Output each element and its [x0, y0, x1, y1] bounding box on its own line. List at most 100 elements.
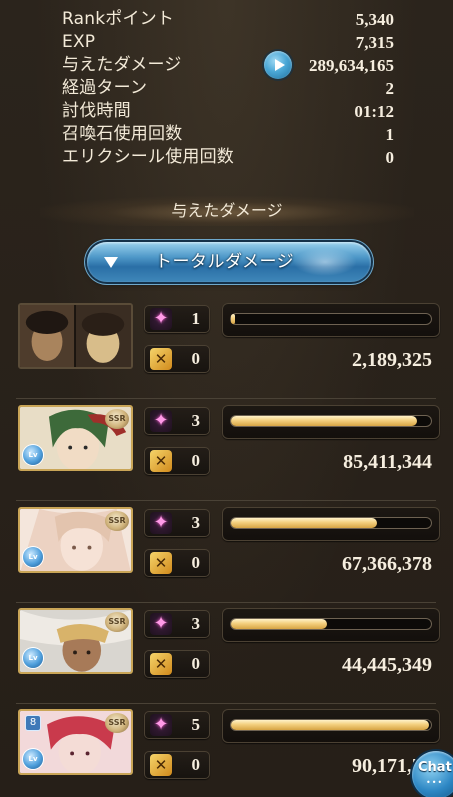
rarity-badge: SSR — [105, 713, 129, 733]
damage-value: 44,445,349 — [342, 654, 432, 676]
sparkle-icon: ✦ — [150, 714, 172, 736]
rarity-badge: SSR — [105, 612, 129, 632]
damage-bar-track — [230, 719, 432, 731]
rarity-badge: SSR — [105, 511, 129, 531]
row-divider — [16, 602, 436, 603]
stat-label: 召喚石使用回数 — [62, 124, 183, 144]
stat-exp: EXP 7,315 — [62, 31, 394, 54]
chain-count: 0 — [191, 349, 201, 368]
stat-label: EXP — [62, 32, 96, 52]
chain-count-box: ✕ 0 — [144, 650, 210, 678]
stat-summon-uses: 召喚石使用回数 1 — [62, 123, 394, 146]
stat-label: Rankポイント — [62, 9, 175, 29]
chain-count-box: ✕ 0 — [144, 345, 210, 373]
row-divider — [16, 703, 436, 704]
character-row: ✦ 1 ✕ 0 2,189,325 — [14, 303, 440, 399]
character-row: SSR Lv ✦ 3 ✕ 0 67,366,378 — [14, 507, 440, 603]
damage-bar-track — [230, 618, 432, 630]
chain-burst-icon: ✕ — [150, 754, 172, 776]
character-portrait[interactable]: SSR Lv — [18, 507, 133, 573]
stat-value: 1 — [385, 125, 395, 144]
damage-bar-fill — [231, 720, 429, 730]
stat-elixir-uses: エリクシール使用回数 0 — [62, 146, 394, 169]
damage-value: 2,189,325 — [352, 349, 432, 371]
stat-label: 経過ターン — [62, 78, 148, 98]
row-divider — [16, 500, 436, 501]
play-icon[interactable] — [264, 51, 292, 79]
chat-dots-icon: ••• — [426, 778, 444, 787]
damage-value: 85,411,344 — [343, 451, 432, 473]
ougi-count-box: ✦ 3 — [144, 407, 210, 435]
stat-label: 与えたダメージ — [62, 55, 182, 75]
chat-label: Chat — [418, 760, 452, 775]
damage-bar — [222, 507, 440, 541]
character-portrait[interactable]: SSR Lv — [18, 405, 133, 471]
stat-clear-time: 討伐時間 01:12 — [62, 100, 394, 123]
ougi-count-box: ✦ 3 — [144, 610, 210, 638]
chain-count: 0 — [191, 755, 201, 774]
ougi-count: 1 — [191, 309, 201, 328]
damage-bar — [222, 709, 440, 743]
stat-value: 01:12 — [354, 102, 394, 121]
ring-icon: 8 — [25, 715, 41, 731]
level-icon: Lv — [23, 648, 43, 668]
character-row: SSR Lv ✦ 3 ✕ 0 85,411,344 — [14, 405, 440, 501]
chat-button[interactable]: Chat ••• — [412, 751, 453, 797]
rarity-badge: SSR — [105, 409, 129, 429]
damage-bar-fill — [231, 518, 377, 528]
sparkle-icon: ✦ — [150, 512, 172, 534]
stat-value: 2 — [385, 79, 395, 98]
ougi-count-box: ✦ 3 — [144, 509, 210, 537]
stat-value: 5,340 — [355, 10, 394, 29]
battle-result-screen: Rankポイント 5,340 EXP 7,315 与えたダメージ 289,634… — [0, 0, 453, 797]
damage-bar — [222, 405, 440, 439]
stat-rank-points: Rankポイント 5,340 — [62, 8, 394, 31]
chain-burst-icon: ✕ — [150, 653, 172, 675]
damage-bar-track — [230, 313, 432, 325]
chain-count: 0 — [191, 654, 201, 673]
caret-down-icon — [104, 257, 118, 268]
portrait-art — [20, 305, 131, 367]
character-row: SSR Lv ✦ 3 ✕ 0 44,445,349 — [14, 608, 440, 704]
ougi-count-box: ✦ 5 — [144, 711, 210, 739]
damage-bar-fill — [231, 619, 327, 629]
ougi-count: 3 — [191, 411, 201, 430]
damage-value: 67,366,378 — [342, 553, 432, 575]
stat-turns-elapsed: 経過ターン 2 — [62, 77, 394, 100]
level-icon: Lv — [23, 445, 43, 465]
damage-bar-track — [230, 415, 432, 427]
character-portrait[interactable] — [18, 303, 133, 369]
chain-count: 0 — [191, 553, 201, 572]
level-icon: Lv — [23, 547, 43, 567]
damage-bar — [222, 608, 440, 642]
stat-damage-dealt: 与えたダメージ 289,634,165 — [62, 51, 394, 79]
stat-value: 7,315 — [355, 33, 394, 52]
chain-burst-icon: ✕ — [150, 552, 172, 574]
chain-count-box: ✕ 0 — [144, 751, 210, 779]
damage-bar-fill — [231, 416, 417, 426]
stat-label: エリクシール使用回数 — [62, 147, 234, 167]
dropdown-glow — [293, 248, 357, 276]
result-stats: Rankポイント 5,340 EXP 7,315 与えたダメージ 289,634… — [62, 8, 394, 169]
chain-count-box: ✕ 0 — [144, 447, 210, 475]
ougi-count: 3 — [191, 614, 201, 633]
character-portrait[interactable]: 8 SSR Lv — [18, 709, 133, 775]
damage-bar-track — [230, 517, 432, 529]
damage-bar-fill — [231, 314, 235, 324]
character-portrait[interactable]: SSR Lv — [18, 608, 133, 674]
row-divider — [16, 398, 436, 399]
chain-burst-icon: ✕ — [150, 450, 172, 472]
stat-value: 289,634,165 — [309, 56, 394, 75]
chain-burst-icon: ✕ — [150, 348, 172, 370]
section-title: 与えたダメージ — [40, 196, 414, 226]
dropdown-label: トータルダメージ — [155, 252, 295, 272]
chain-count: 0 — [191, 451, 201, 470]
ougi-count-box: ✦ 1 — [144, 305, 210, 333]
stat-value: 0 — [385, 148, 395, 167]
damage-type-dropdown[interactable]: トータルダメージ — [87, 242, 371, 282]
ougi-count: 3 — [191, 513, 201, 532]
character-row: 8 SSR Lv ✦ 5 ✕ 0 90,171,70 — [14, 709, 440, 791]
sparkle-icon: ✦ — [150, 613, 172, 635]
chain-count-box: ✕ 0 — [144, 549, 210, 577]
sparkle-icon: ✦ — [150, 410, 172, 432]
